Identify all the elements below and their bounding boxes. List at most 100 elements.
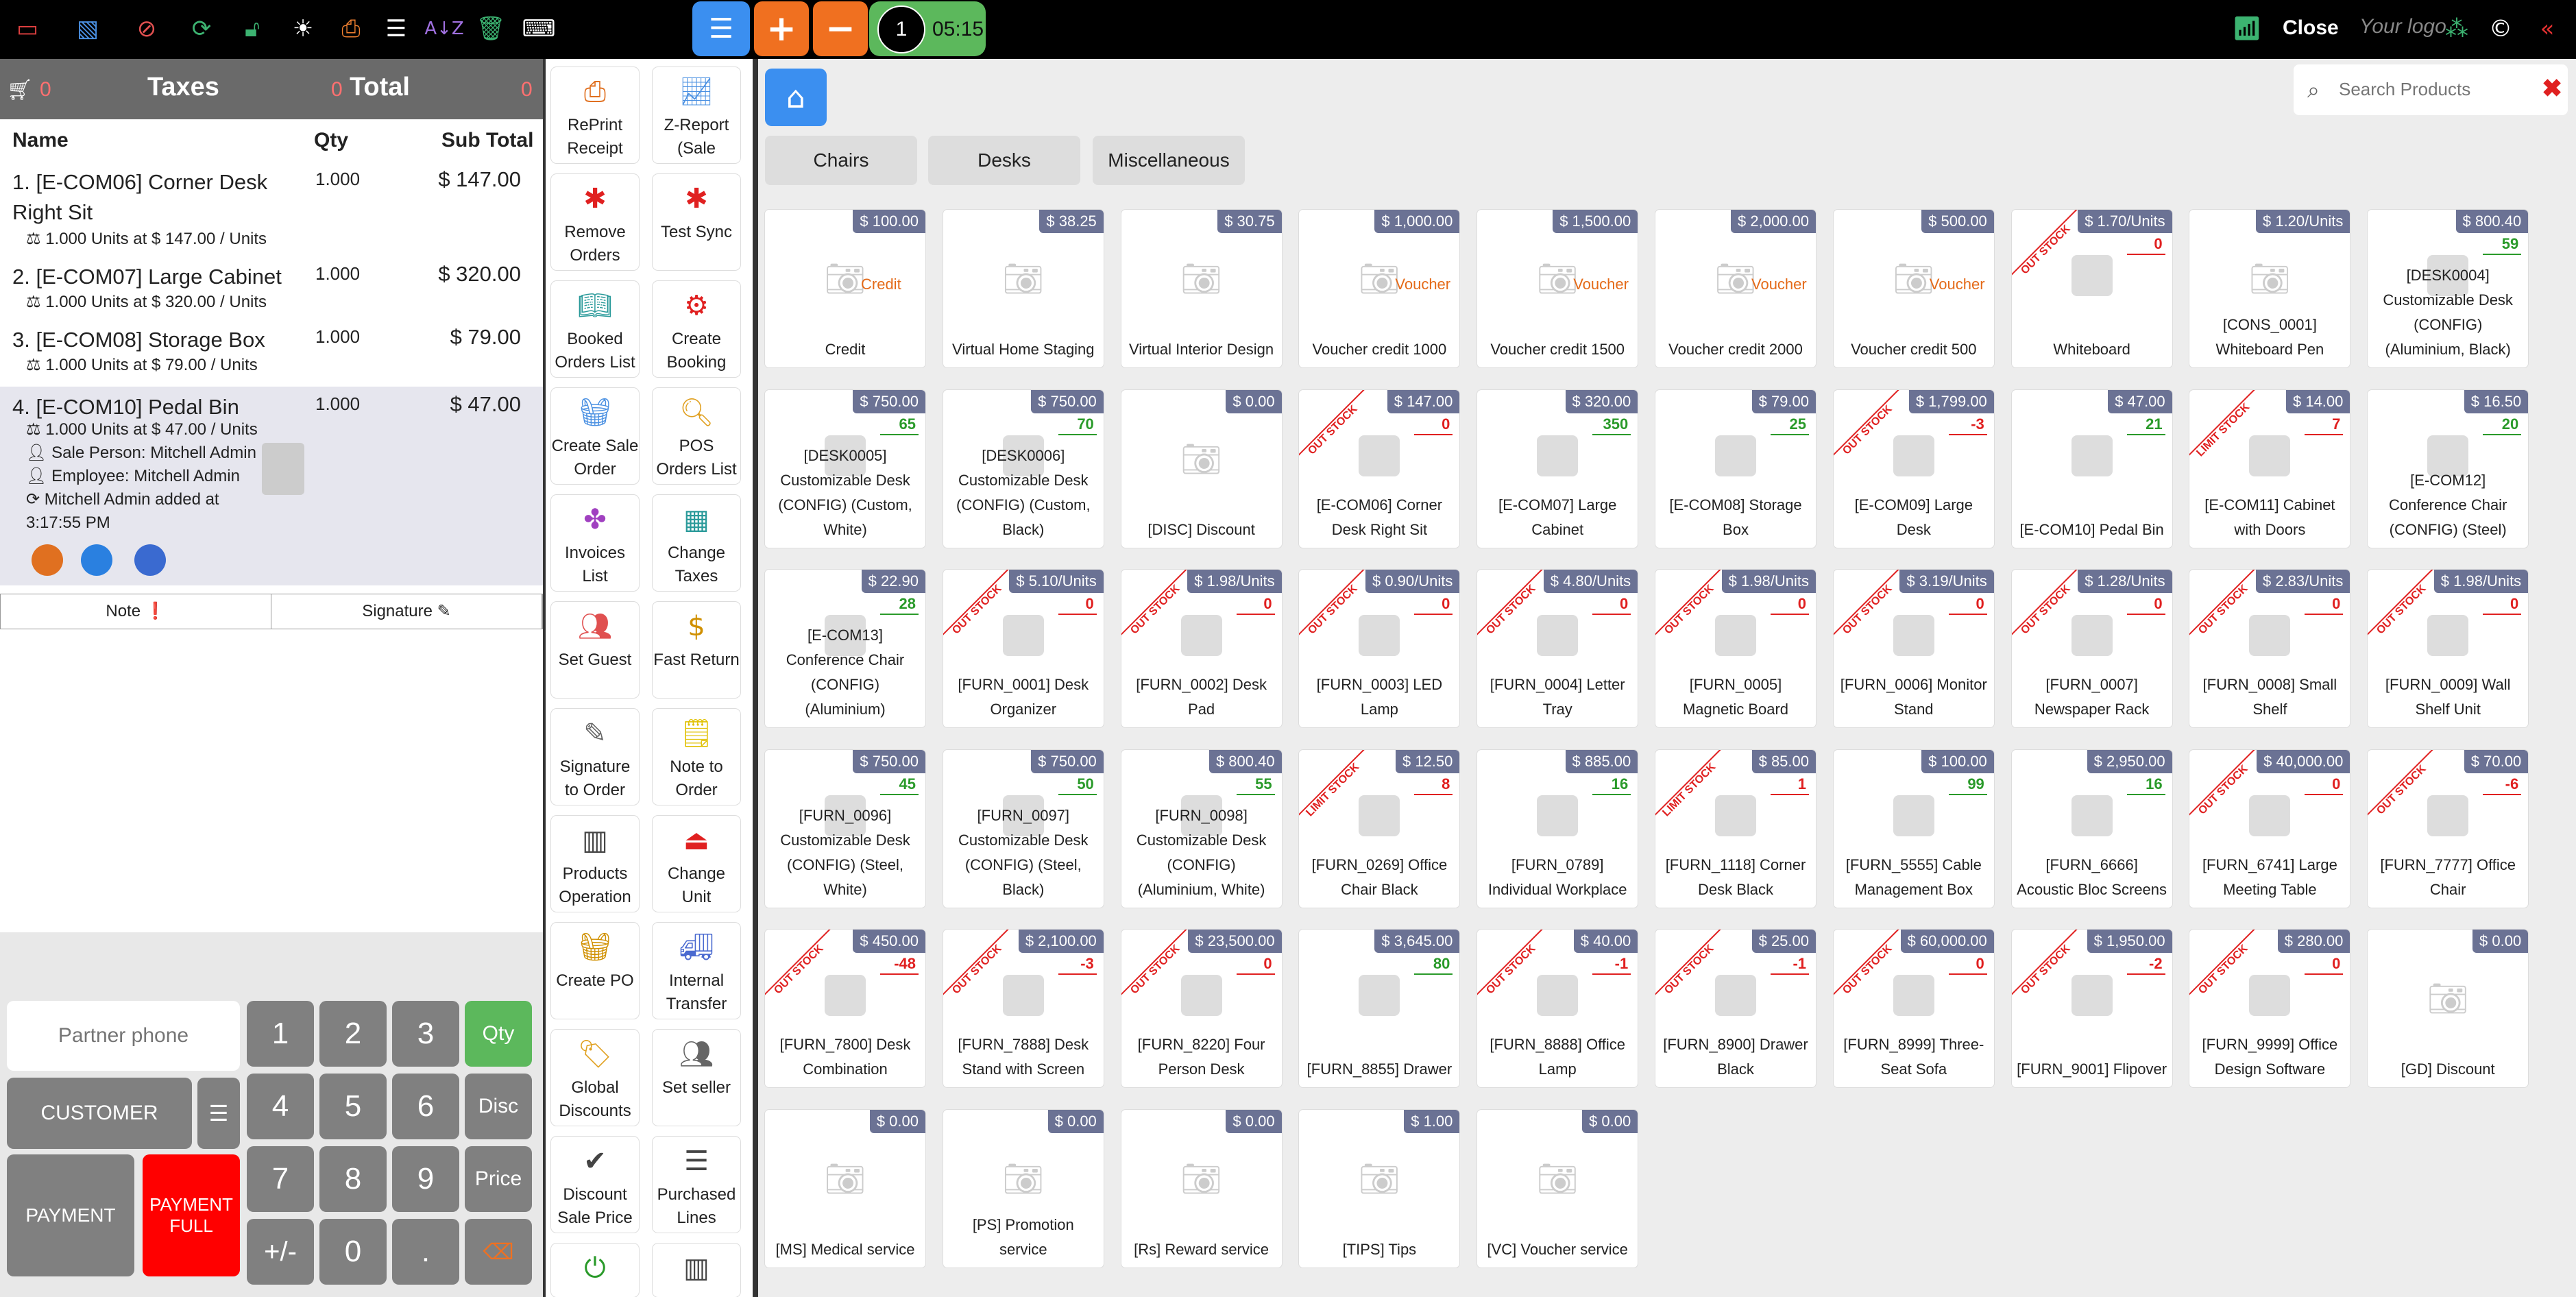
action-global-discounts[interactable]: 🏷︎ Global Discounts xyxy=(551,1030,639,1126)
payment-full-button[interactable]: PAYMENT FULL xyxy=(143,1154,240,1276)
product-card[interactable]: $ 0.00 📷︎ [MS] Medical service xyxy=(765,1109,925,1268)
action-reprint-receipt[interactable]: ⎙ RePrint Receipt xyxy=(551,67,639,163)
cancel-icon[interactable]: ⊘ xyxy=(132,14,162,44)
signature-button[interactable]: Signature ✎ xyxy=(271,594,542,629)
product-card[interactable]: $ 1.98/Units 0 OUT STOCK [FURN_0009] Wall S… xyxy=(2368,570,2529,727)
product-card[interactable]: $ 750.00 50 [FURN_0097] Customizable Desk … xyxy=(943,749,1104,908)
backspace-icon[interactable]: ⌫ xyxy=(465,1219,532,1285)
product-card[interactable]: $ 800.40 55 [FURN_0098] Customizable Desk … xyxy=(1121,749,1282,908)
digit-3[interactable]: 3 xyxy=(392,1001,459,1067)
product-card[interactable]: $ 38.25 📷︎ Virtual Home Staging xyxy=(943,210,1104,367)
product-card[interactable]: $ 3,645.00 80 [FURN_8855] Drawer xyxy=(1299,930,1460,1087)
action-set-guest[interactable]: 👥︎ Set Guest xyxy=(551,602,639,698)
category-desks[interactable]: Desks xyxy=(928,136,1080,185)
product-card[interactable]: $ 0.00 📷︎ [DISC] Discount xyxy=(1121,389,1282,548)
product-card[interactable]: $ 450.00 -48 OUT STOCK [FURN_7800] Desk Com… xyxy=(765,930,925,1087)
product-card[interactable]: $ 500.00 📷︎ Voucher Voucher credit 500 xyxy=(1833,210,1994,367)
product-card[interactable]: $ 85.00 1 LIMIT STOCK [FURN_1118] Corner De… xyxy=(1655,749,1816,908)
discount-tag-icon[interactable] xyxy=(134,544,166,576)
digit-5[interactable]: 5 xyxy=(319,1074,387,1139)
product-card[interactable]: $ 1,000.00 📷︎ Voucher Voucher credit 1000 xyxy=(1299,210,1460,367)
image-icon[interactable]: ▧ xyxy=(73,14,103,44)
digit-7[interactable]: 7 xyxy=(247,1146,314,1212)
bulb-icon[interactable]: ☀ xyxy=(288,14,318,44)
product-card[interactable]: $ 40.00 -1 OUT STOCK [FURN_8888] Office Lam… xyxy=(1477,930,1638,1087)
decimal-point[interactable]: . xyxy=(392,1219,459,1285)
qty-mode-button[interactable]: Qty xyxy=(465,1001,532,1067)
product-card[interactable]: $ 1,950.00 -2 OUT STOCK [FURN_9001] Flipove… xyxy=(2011,930,2172,1087)
product-card[interactable]: $ 0.00 📷︎ [VC] Voucher service xyxy=(1477,1109,1638,1268)
product-card[interactable]: $ 2,000.00 📷︎ Voucher Voucher credit 2000 xyxy=(1655,210,1816,367)
action-signature-to-order[interactable]: ✎ Signature to Order xyxy=(551,709,639,805)
digit-1[interactable]: 1 xyxy=(247,1001,314,1067)
trash-icon[interactable]: 🗑︎ xyxy=(476,14,506,44)
product-card[interactable]: $ 2,950.00 16 [FURN_6666] Acoustic Bloc Sc… xyxy=(2011,749,2172,908)
action-fast-return[interactable]: $ Fast Return xyxy=(653,602,740,698)
product-card[interactable]: $ 1.00 📷︎ [TIPS] Tips xyxy=(1299,1109,1460,1268)
action-note-to-order[interactable]: 🗒︎ Note to Order xyxy=(653,709,740,805)
payment-button[interactable]: PAYMENT xyxy=(7,1154,134,1276)
copyright-icon[interactable]: © xyxy=(2486,14,2516,44)
remove-order-button[interactable]: − xyxy=(813,1,868,56)
action-pos-orders-list[interactable]: 🔍︎ POS Orders List xyxy=(653,388,740,484)
home-icon[interactable]: ⌂ xyxy=(765,69,827,126)
search-input[interactable] xyxy=(2339,75,2524,103)
action-purchased-lines[interactable]: ☰ Purchased Lines xyxy=(653,1137,740,1233)
clear-search-icon[interactable]: ✖ xyxy=(2542,74,2562,103)
product-card[interactable]: $ 0.00 📷︎ [PS] Promotion service xyxy=(943,1109,1104,1268)
action-test-sync[interactable]: ✱ Test Sync xyxy=(653,174,740,270)
action-create-po[interactable]: 🧺︎ Create PO xyxy=(551,923,639,1019)
digit-0[interactable]: 0 xyxy=(319,1219,387,1285)
product-card[interactable]: $ 320.00 350 [E-COM07] Large Cabinet xyxy=(1477,389,1638,548)
order-line[interactable]: 2. [E-COM07] Large Cabinet 1.000 $ 320.0… xyxy=(0,256,543,319)
product-card[interactable]: $ 1,500.00 📷︎ Voucher Voucher credit 1500 xyxy=(1477,210,1638,367)
sort-az-icon[interactable]: A↓Z xyxy=(424,14,463,44)
product-card[interactable]: $ 25.00 -1 OUT STOCK [FURN_8900] Drawer Bla… xyxy=(1655,930,1816,1087)
product-card[interactable]: $ 2.83/Units 0 OUT STOCK [FURN_0008] Small … xyxy=(2189,570,2350,727)
product-card[interactable]: $ 1.20/Units 📷︎ [CONS_0001] Whiteboard Pen xyxy=(2189,210,2350,367)
action-z-report[interactable]: 📈︎ Z-Report (Sale xyxy=(653,67,740,163)
product-card[interactable]: $ 885.00 16 [FURN_0789] Individual Workpla… xyxy=(1477,749,1638,908)
customer-list-icon[interactable]: ☰ xyxy=(197,1078,240,1149)
orders-list-button[interactable]: ☰ xyxy=(692,1,750,56)
product-card[interactable]: $ 12.50 8 LIMIT STOCK [FURN_0269] Office Ch… xyxy=(1299,749,1460,908)
digit-4[interactable]: 4 xyxy=(247,1074,314,1139)
action-set-seller[interactable]: 👥︎ Set seller xyxy=(653,1030,740,1126)
action-more-2[interactable]: ▥ xyxy=(653,1244,740,1297)
product-card[interactable]: $ 40,000.00 0 OUT STOCK [FURN_6741] Large M… xyxy=(2189,749,2350,908)
action-create-booking[interactable]: ⚙ Create Booking xyxy=(653,281,740,377)
action-change-unit[interactable]: ⏏ Change Unit xyxy=(653,816,740,912)
collapse-icon[interactable]: « xyxy=(2532,14,2562,44)
note-button[interactable]: Note ❗ xyxy=(1,594,271,629)
order-line[interactable]: 1. [E-COM06] Corner Desk Right Sit 1.000… xyxy=(0,162,543,248)
action-booked-orders-list[interactable]: 📖︎ Booked Orders List xyxy=(551,281,639,377)
product-card[interactable]: $ 100.00 99 [FURN_5555] Cable Management B… xyxy=(1833,749,1994,908)
remove-line-icon[interactable] xyxy=(32,544,63,576)
action-create-sale-order[interactable]: 🧺︎ Create Sale Order xyxy=(551,388,639,484)
print-icon[interactable]: ⎙ xyxy=(336,14,366,44)
product-card[interactable]: $ 1.98/Units 0 OUT STOCK [FURN_0005] Magnet… xyxy=(1655,570,1816,727)
product-card[interactable]: $ 30.75 📷︎ Virtual Interior Design xyxy=(1121,210,1282,367)
product-card[interactable]: $ 750.00 45 [FURN_0096] Customizable Desk … xyxy=(765,749,925,908)
order-number[interactable]: 1 xyxy=(877,5,925,53)
refresh-icon[interactable]: ⟳ xyxy=(186,14,217,44)
digit-9[interactable]: 9 xyxy=(392,1146,459,1212)
product-card[interactable]: $ 70.00 -6 OUT STOCK [FURN_7777] Office Cha… xyxy=(2368,749,2529,908)
partner-phone-input[interactable] xyxy=(7,1001,240,1071)
close-button[interactable]: Close xyxy=(2283,16,2339,40)
product-card[interactable]: $ 16.50 20 [E-COM12] Conference Chair (CON… xyxy=(2368,389,2529,548)
product-card[interactable]: $ 750.00 65 [DESK0005] Customizable Desk (… xyxy=(765,389,925,548)
product-card[interactable]: $ 1,799.00 -3 OUT STOCK [E-COM09] Large Des… xyxy=(1833,389,1994,548)
comment-icon[interactable] xyxy=(81,544,112,576)
order-line-selected[interactable]: 4. [E-COM10] Pedal Bin 1.000 $ 47.00 ⚖ 1… xyxy=(0,387,543,585)
category-miscellaneous[interactable]: Miscellaneous xyxy=(1093,136,1245,185)
product-card[interactable]: $ 60,000.00 0 OUT STOCK [FURN_8999] Three-S… xyxy=(1833,930,1994,1087)
action-remove-orders[interactable]: ✱ Remove Orders xyxy=(551,174,639,270)
digit-8[interactable]: 8 xyxy=(319,1146,387,1212)
action-invoices-list[interactable]: ✤ Invoices List xyxy=(551,495,639,591)
digit-2[interactable]: 2 xyxy=(319,1001,387,1067)
product-card[interactable]: $ 100.00 📷︎ Credit Credit xyxy=(765,210,925,367)
product-card[interactable]: $ 3.19/Units 0 OUT STOCK [FURN_0006] Monito… xyxy=(1833,570,1994,727)
product-card[interactable]: $ 800.40 59 [DESK0004] Customizable Desk (… xyxy=(2368,210,2529,367)
action-internal-transfer[interactable]: 🚚︎ Internal Transfer xyxy=(653,923,740,1019)
